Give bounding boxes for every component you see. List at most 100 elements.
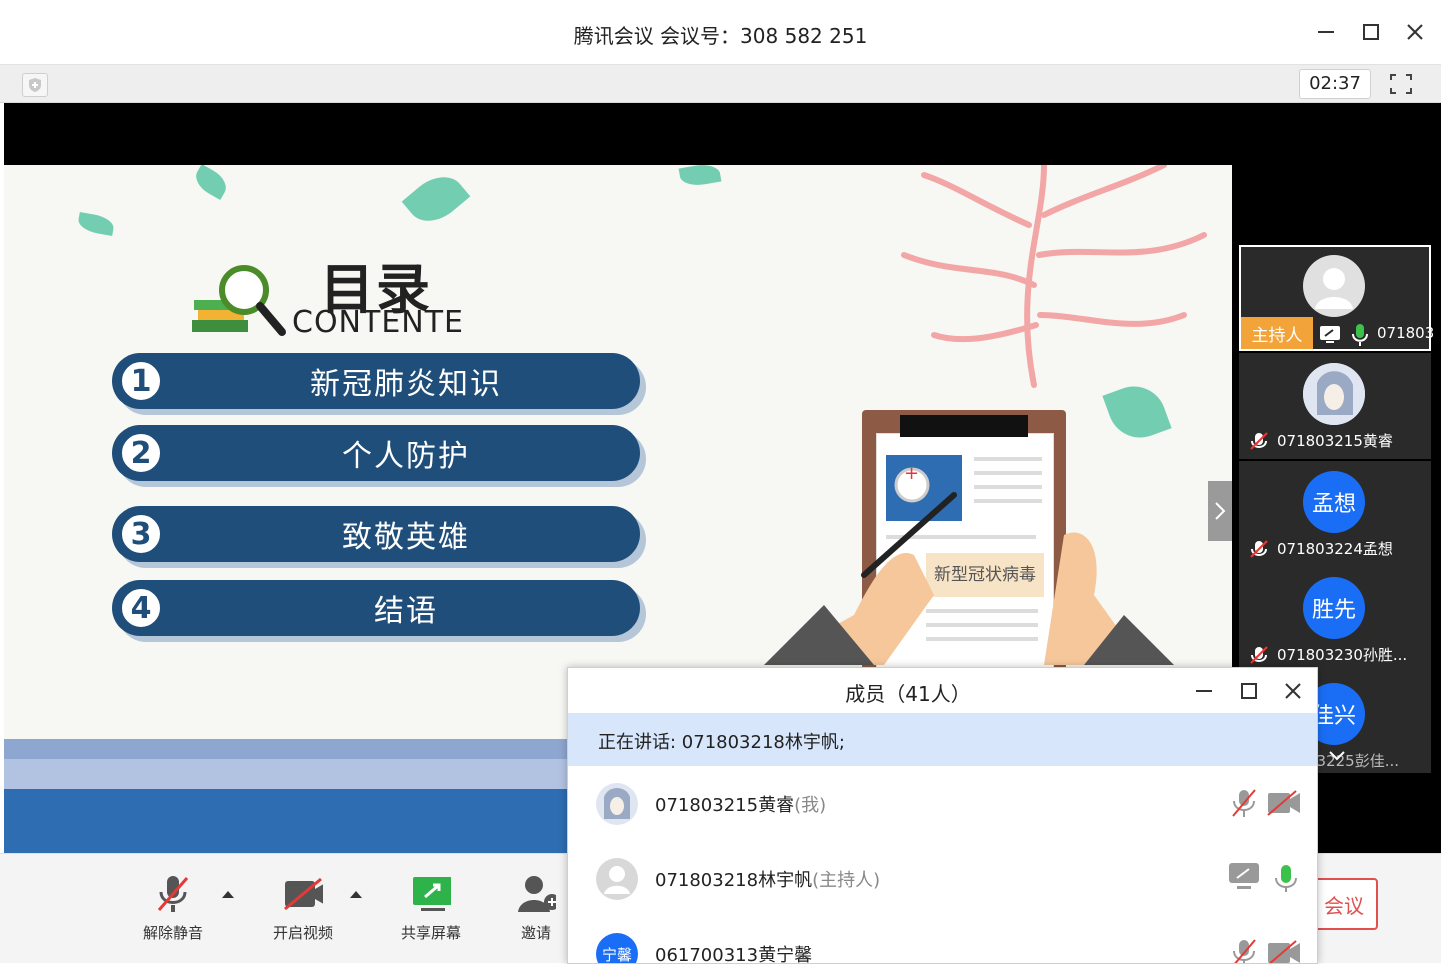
avatar [596, 858, 638, 900]
participant-name: 03225彭佳... [1307, 752, 1400, 770]
participant-name: 071803215黄睿 [1277, 432, 1393, 450]
menu-number: 1 [118, 358, 164, 404]
menu-number: 2 [118, 430, 164, 476]
avatar [1303, 255, 1365, 317]
chevron-right-icon [1215, 502, 1226, 520]
menu-label: 结语 [374, 594, 438, 629]
anime-avatar-icon [1303, 363, 1365, 425]
close-button[interactable] [1401, 18, 1429, 46]
leaf-decoration [190, 165, 232, 201]
minimize-button[interactable] [1312, 18, 1340, 46]
chevron-down-icon[interactable] [1327, 749, 1347, 763]
menu-label: 新冠肺炎知识 [310, 367, 502, 402]
screen-share-icon[interactable] [1228, 862, 1260, 892]
mic-muted-icon[interactable] [1230, 937, 1258, 964]
paper-line [974, 457, 1042, 461]
video-options-button[interactable] [349, 888, 363, 902]
unmute-button[interactable]: 解除静音 [128, 874, 218, 943]
member-role: (我) [794, 795, 827, 816]
member-name: 061700313黄宁馨 [655, 941, 813, 964]
member-name-text: 061700313黄宁馨 [655, 945, 813, 964]
camera-off-icon[interactable] [1266, 789, 1302, 817]
speaking-text: 正在讲话: 071803218林宇帆; [598, 732, 845, 753]
close-icon [1285, 683, 1301, 699]
svg-text:+: + [904, 463, 919, 484]
member-role: (主持人) [812, 870, 881, 891]
mic-muted-icon [157, 876, 189, 912]
fullscreen-icon [1390, 74, 1412, 94]
members-minimize-button[interactable] [1191, 678, 1217, 704]
members-panel: 成员（41人） 正在讲话: 071803218林宇帆; 071803215黄睿(… [567, 667, 1318, 964]
window-title: 腾讯会议 会议号：308 582 251 [573, 24, 868, 48]
member-row[interactable]: 071803218林宇帆(主持人) [568, 842, 1317, 916]
shield-icon [29, 78, 41, 92]
member-row[interactable]: 宁馨 061700313黄宁馨 [568, 917, 1317, 964]
hands-illustration [764, 492, 1174, 665]
minimize-icon [1318, 31, 1334, 33]
start-video-button[interactable]: 开启视频 [258, 874, 348, 943]
close-icon [1407, 24, 1423, 40]
mic-muted-icon[interactable] [1230, 787, 1258, 819]
members-maximize-button[interactable] [1236, 678, 1262, 704]
avatar: 孟想 [1303, 471, 1365, 533]
mic-on-icon [1352, 324, 1368, 346]
member-name-text: 071803218林宇帆 [655, 870, 813, 891]
mic-muted-icon [1250, 646, 1268, 664]
mic-muted-icon [1250, 540, 1268, 558]
member-name-text: 071803215黄睿 [655, 795, 795, 816]
participant-tile[interactable]: 071803215黄睿 [1239, 353, 1431, 459]
title-bar: 腾讯会议 会议号：308 582 251 [0, 0, 1441, 65]
branch-decoration [901, 165, 1207, 388]
paper-line [974, 471, 1042, 475]
participant-tile[interactable]: 胜先 071803230孙胜... [1239, 567, 1431, 673]
participant-tile[interactable]: 孟想 071803224孟想 [1239, 461, 1431, 567]
invite-user-icon [518, 876, 556, 912]
leaf-decoration [401, 165, 471, 233]
avatar [596, 783, 638, 825]
member-row[interactable]: 071803215黄睿(我) [568, 767, 1317, 841]
meeting-info-bar: 02:37 [0, 65, 1441, 103]
share-screen-label: 共享屏幕 [400, 924, 461, 942]
slide-menu-item: 3 致敬英雄 [112, 506, 640, 562]
minimize-icon [1196, 690, 1212, 692]
avatar: 宁馨 [596, 933, 638, 963]
camera-off-icon[interactable] [1266, 939, 1302, 964]
leaf-decoration [678, 165, 722, 189]
camera-off-icon [284, 877, 323, 911]
fullscreen-button[interactable] [1386, 71, 1416, 97]
slide-next-button[interactable] [1208, 481, 1232, 541]
participant-name: 071803224孟想 [1277, 540, 1393, 558]
default-avatar-icon [1315, 268, 1353, 309]
security-shield-button[interactable] [22, 73, 48, 97]
mic-on-icon[interactable] [1272, 864, 1308, 892]
members-title: 成员（41人） [845, 682, 971, 706]
members-header: 成员（41人） [568, 668, 1317, 712]
avatar [1303, 363, 1365, 425]
share-screen-button[interactable]: 共享屏幕 [386, 874, 476, 943]
maximize-icon [1363, 24, 1379, 40]
default-avatar-icon [604, 866, 630, 894]
member-name: 071803218林宇帆(主持人) [655, 866, 880, 892]
speaking-indicator: 正在讲话: 071803218林宇帆; [568, 713, 1317, 766]
anime-avatar-icon [604, 788, 630, 819]
maximize-button[interactable] [1357, 18, 1385, 46]
meeting-timer: 02:37 [1299, 69, 1371, 99]
slide-menu-item: 1 新冠肺炎知识 [112, 353, 640, 409]
share-screen-icon [413, 877, 451, 911]
audio-options-button[interactable] [221, 888, 235, 902]
slide-subtitle: CONTENTE [292, 305, 465, 340]
caret-up-icon [222, 891, 234, 898]
clipboard-clip [900, 415, 1028, 437]
leaf-decoration [76, 212, 116, 236]
member-name: 071803215黄睿(我) [655, 791, 826, 817]
maximize-icon [1241, 683, 1257, 699]
slide-menu-item: 4 结语 [112, 580, 640, 636]
caret-up-icon [350, 891, 362, 898]
participant-tile[interactable]: 主持人 071803 [1239, 245, 1435, 351]
participant-name: 071803 [1377, 324, 1435, 342]
menu-label: 致敬英雄 [342, 520, 470, 555]
screen-share-icon [1320, 326, 1340, 343]
members-close-button[interactable] [1280, 678, 1306, 704]
slide-menu-item: 2 个人防护 [112, 425, 640, 481]
host-badge: 主持人 [1241, 317, 1313, 349]
